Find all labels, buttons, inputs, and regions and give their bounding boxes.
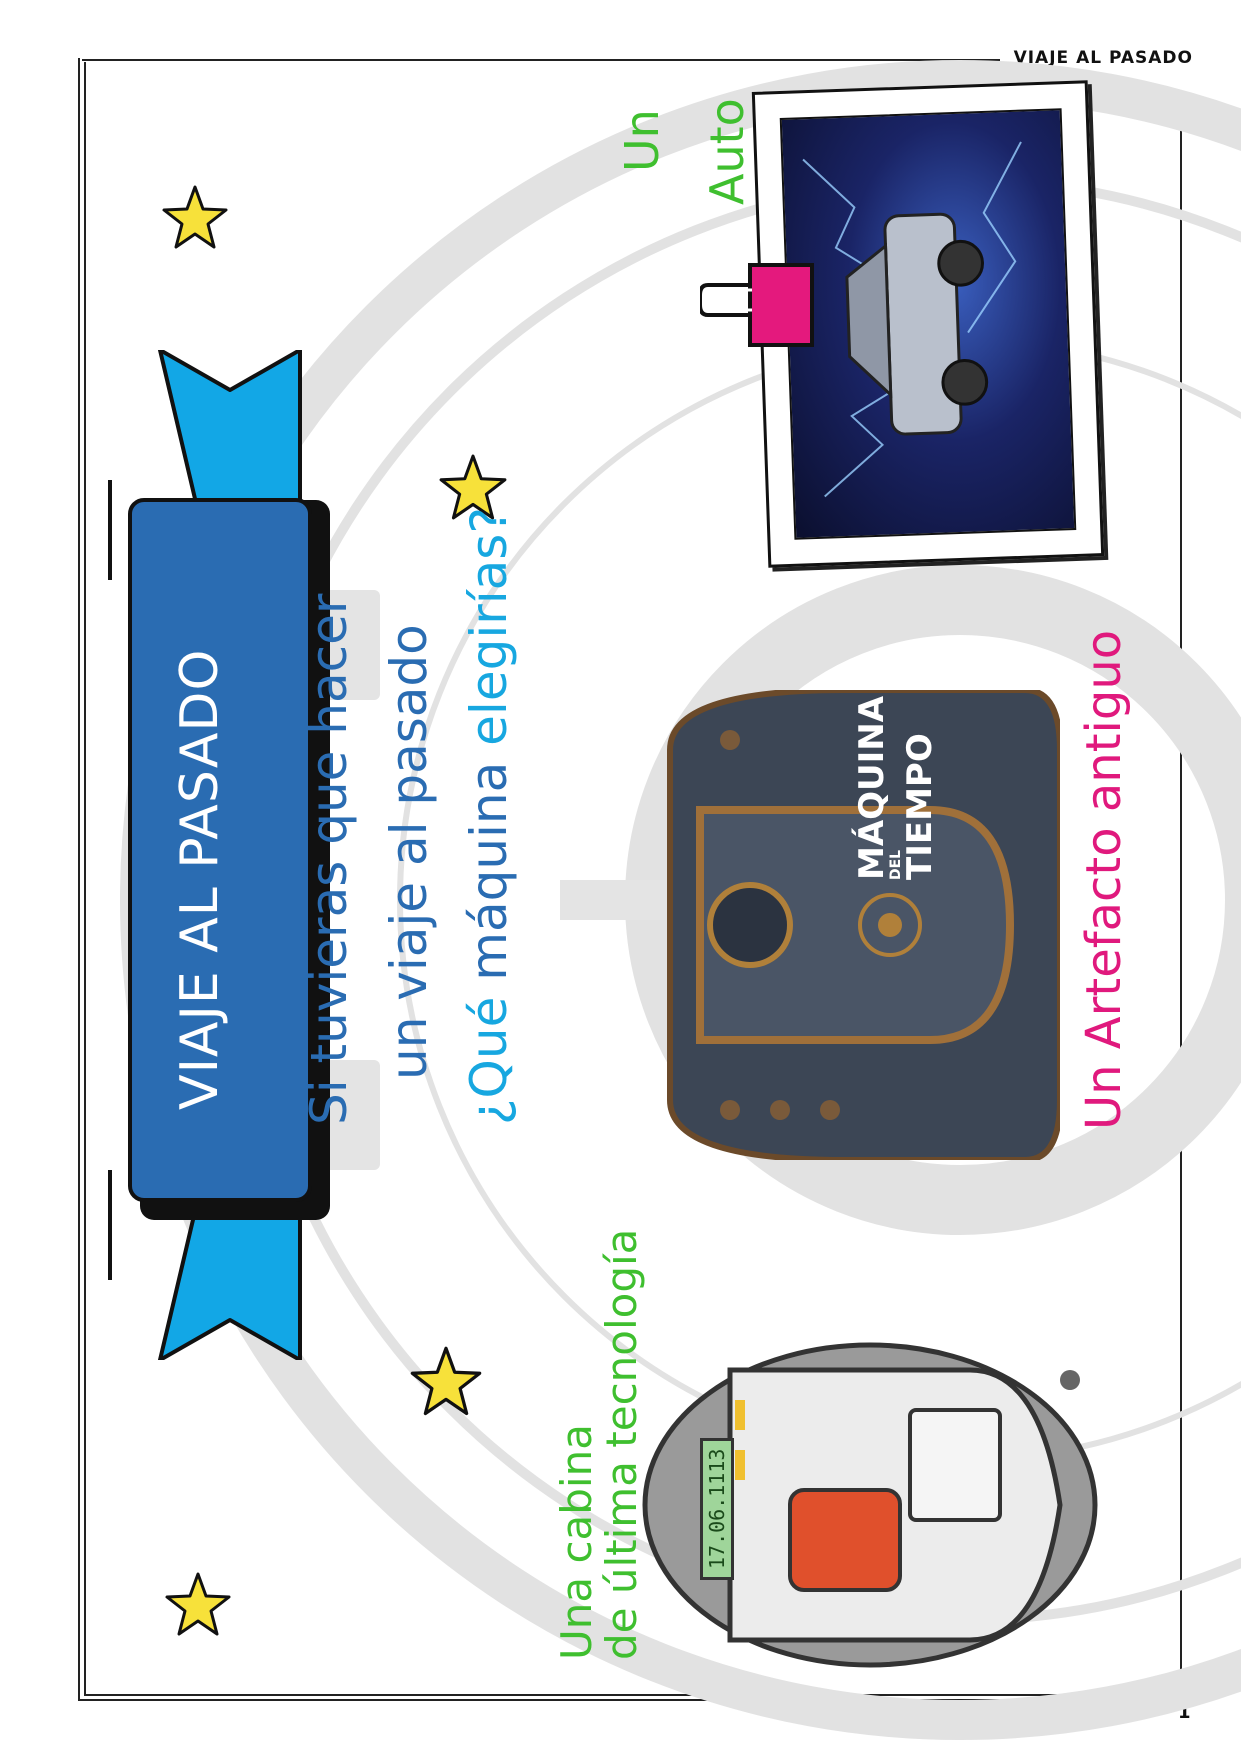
cabin-date-display: 17.06.1113	[700, 1437, 734, 1580]
car-illustration	[802, 141, 1022, 498]
question-line-3: ¿Qué máquina elegirías?	[460, 507, 518, 1125]
option-auto-line2: Auto	[700, 98, 754, 205]
banner-title: VIAJE AL PASADO	[170, 648, 230, 1110]
auto-photo	[779, 108, 1077, 540]
question-line-1: Si tuvieras que hacer	[300, 593, 358, 1125]
artifact-label-line3: TIEMPO	[900, 733, 940, 880]
star-icon	[162, 185, 228, 249]
artifact-label-line1: MÁQUINA	[852, 695, 892, 880]
right-rule	[1180, 100, 1182, 1670]
star-icon	[410, 1346, 482, 1416]
time-machine-artifact-image	[667, 690, 1060, 1160]
artifact-label: MÁQUINA DEL TIEMPO	[852, 695, 940, 880]
option-cabina-line1: Una cabina	[552, 1424, 601, 1660]
option-cabina-line2: de última tecnología	[597, 1228, 646, 1660]
binder-clip-icon	[700, 263, 814, 347]
option-artefacto-label: Un Artefacto antiguo	[1076, 629, 1132, 1130]
question-word-elegirias: elegirías?	[460, 507, 518, 746]
question-word-que: ¿Qué	[460, 996, 518, 1125]
question-line-2: un viaje al pasado	[380, 624, 438, 1080]
star-icon	[165, 1572, 231, 1636]
option-auto-line1: Un	[615, 109, 669, 172]
question-word-maquina: máquina	[460, 761, 518, 981]
page-number: 1	[1178, 1702, 1191, 1723]
